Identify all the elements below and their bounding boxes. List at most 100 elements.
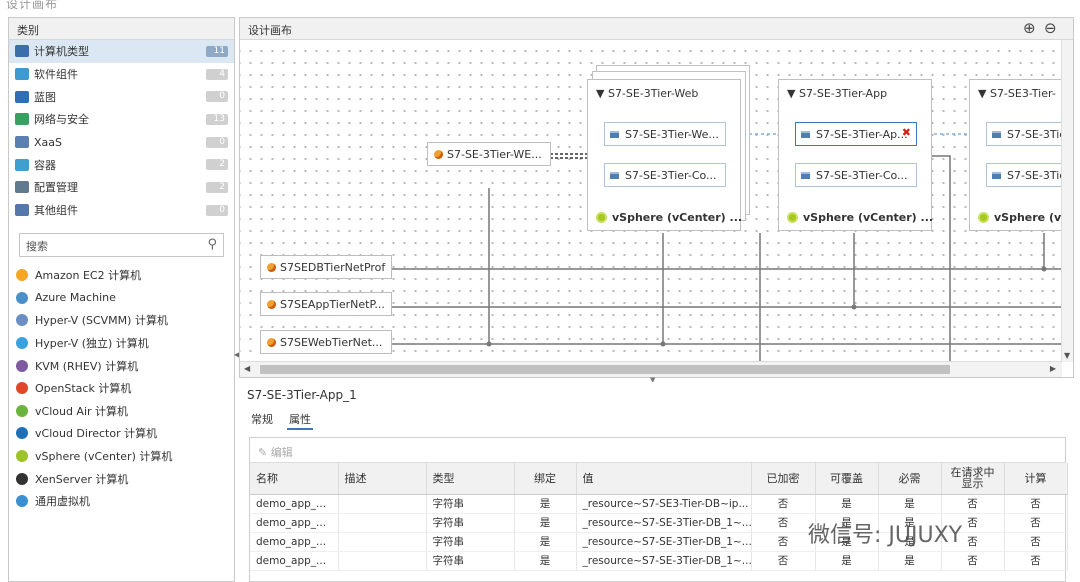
machine-type-item[interactable]: Hyper-V (独立) 计算机 <box>9 332 234 355</box>
table-cell: demo_app_... <box>250 532 339 552</box>
column-header[interactable]: 必需 <box>878 463 942 495</box>
column-header[interactable]: 名称 <box>250 463 339 495</box>
vm-icon <box>801 130 810 138</box>
vertical-scrollbar[interactable]: ▼ <box>1061 40 1073 362</box>
web-group-title[interactable]: ▼ S7-SE-3Tier-Web <box>596 87 698 100</box>
blueprint-icon <box>15 90 29 103</box>
canvas-header: 设计画布 ⊕ ⊖ <box>240 18 1073 40</box>
web-network-node[interactable]: S7-SE-3Tier-WE... <box>427 142 551 166</box>
scroll-down-icon[interactable]: ▼ <box>1064 351 1070 360</box>
column-header[interactable]: 类型 <box>426 463 515 495</box>
machine-type-item[interactable]: KVM (RHEV) 计算机 <box>9 354 234 377</box>
vsphere-icon <box>596 212 607 223</box>
scroll-right-icon[interactable]: ▶ <box>1050 364 1056 373</box>
container-icon <box>15 158 29 171</box>
machine-type-label: Amazon EC2 计算机 <box>35 269 142 283</box>
category-item[interactable]: 计算机类型 11 <box>9 40 234 63</box>
machine-type-item[interactable]: Azure Machine <box>9 287 234 310</box>
category-item[interactable]: 软件组件 4 <box>9 63 234 86</box>
machine-type-item[interactable]: vCloud Air 计算机 <box>9 400 234 423</box>
column-header[interactable]: 计算 <box>1004 463 1068 495</box>
web-network-label: S7-SE-3Tier-WE... <box>447 147 542 161</box>
db-group[interactable]: ▼ S7-SE3-Tier- S7-SE-3Tie S7-SE-3Tie vSp… <box>969 79 1063 231</box>
app-group-footer: vSphere (vCenter) ... <box>787 211 933 224</box>
machine-type-item[interactable]: vCloud Director 计算机 <box>9 422 234 445</box>
canvas-title: 设计画布 <box>248 24 292 37</box>
web-vm-node[interactable]: S7-SE-3Tier-We... <box>604 122 726 146</box>
zoom-out-icon[interactable]: ⊖ <box>1044 19 1057 37</box>
category-count-badge: 0 <box>206 204 228 216</box>
category-item[interactable]: 配置管理 2 <box>9 176 234 199</box>
machine-type-item[interactable]: XenServer 计算机 <box>9 467 234 490</box>
category-item[interactable]: 网络与安全 13 <box>9 108 234 131</box>
web-group[interactable]: ▼ S7-SE-3Tier-Web S7-SE-3Tier-We... S7-S… <box>587 79 742 231</box>
tab-properties[interactable]: 属性 <box>287 411 313 430</box>
table-row[interactable]: demo_app_... 字符串是 _resource~S7-SE-3Tier-DB… <box>250 551 1068 571</box>
search-icon[interactable]: ⚲ <box>207 237 217 252</box>
category-count-badge: 4 <box>206 68 228 80</box>
app-group[interactable]: ▼ S7-SE-3Tier-App S7-SE-3Tier-Ap... ✖ S7-… <box>778 79 933 231</box>
web-component-label: S7-SE-3Tier-Co... <box>625 168 717 182</box>
machine-type-label: XenServer 计算机 <box>35 472 129 486</box>
column-header[interactable]: 绑定 <box>514 463 577 495</box>
web-footer-label: vSphere (vCenter) ... <box>612 211 743 224</box>
machine-type-item[interactable]: 通用虚拟机 <box>9 490 234 513</box>
remove-icon[interactable]: ✖ <box>902 126 911 139</box>
app-vm-node[interactable]: S7-SE-3Tier-Ap... ✖ <box>795 122 917 146</box>
vm-icon <box>992 171 1001 179</box>
app-net-profile-node[interactable]: S7SEAppTierNetP... <box>260 292 392 316</box>
search-input[interactable]: 搜索 ⚲ <box>19 233 224 257</box>
table-cell: 字符串 <box>426 551 515 571</box>
table-cell: 是 <box>815 494 879 514</box>
db-net-profile-node[interactable]: S7SEDBTierNetProf <box>260 255 392 279</box>
machine-type-item[interactable]: OpenStack 计算机 <box>9 377 234 400</box>
vm-icon <box>610 130 619 138</box>
machine-type-icon <box>16 269 28 282</box>
category-count-badge: 11 <box>206 45 228 57</box>
column-header[interactable]: 描述 <box>338 463 427 495</box>
app-component-node[interactable]: S7-SE-3Tier-Co... <box>795 163 917 187</box>
table-cell: 否 <box>941 551 1005 571</box>
table-cell: 否 <box>751 551 816 571</box>
machine-type-item[interactable]: Hyper-V (SCVMM) 计算机 <box>9 309 234 332</box>
category-count-badge: 2 <box>206 181 228 193</box>
table-cell: 否 <box>751 532 816 552</box>
db-group-title[interactable]: ▼ S7-SE3-Tier- <box>978 87 1056 100</box>
zoom-in-icon[interactable]: ⊕ <box>1023 19 1036 37</box>
horizontal-scrollbar[interactable]: ◀ ▶ <box>240 361 1062 377</box>
machine-type-label: Azure Machine <box>35 291 116 305</box>
machine-type-item[interactable]: vSphere (vCenter) 计算机 <box>9 445 234 468</box>
web-net-profile-node[interactable]: S7SEWebTierNet... <box>260 330 392 354</box>
machine-type-icon <box>16 472 28 485</box>
machine-type-item[interactable]: Amazon EC2 计算机 <box>9 264 234 287</box>
app-footer-label: vSphere (vCenter) ... <box>803 211 934 224</box>
scrollbar-thumb[interactable] <box>260 365 950 374</box>
category-list: 计算机类型 11 软件组件 4 蓝图 0 网络与安全 13 XaaS 0 容器 2 配置管理 2 其他组件 0 <box>9 40 234 222</box>
db-vm-node[interactable]: S7-SE-3Tie <box>986 122 1063 146</box>
app-group-title[interactable]: ▼ S7-SE-3Tier-App <box>787 87 887 100</box>
table-cell: demo_app_... <box>250 494 339 514</box>
tab-general[interactable]: 常规 <box>249 411 275 430</box>
edit-button[interactable]: ✎ 编辑 <box>250 438 1065 463</box>
scroll-left-icon[interactable]: ◀ <box>244 364 250 373</box>
app-net-profile-label: S7SEAppTierNetP... <box>280 297 385 311</box>
table-cell <box>338 513 427 533</box>
table-row[interactable]: demo_app_... 字符串是 _resource~S7-SE3-Tier-DB… <box>250 494 1068 514</box>
category-item[interactable]: 容器 2 <box>9 153 234 176</box>
network-icon <box>267 262 276 272</box>
category-item[interactable]: 蓝图 0 <box>9 85 234 108</box>
web-component-node[interactable]: S7-SE-3Tier-Co... <box>604 163 726 187</box>
details-tabs: 常规 属性 <box>249 411 313 430</box>
category-item[interactable]: 其他组件 0 <box>9 199 234 222</box>
column-header[interactable]: 在请求中显示 <box>941 463 1005 495</box>
column-header[interactable]: 已加密 <box>751 463 816 495</box>
web-group-footer: vSphere (vCenter) ... <box>596 211 742 224</box>
category-item[interactable]: XaaS 0 <box>9 131 234 154</box>
db-component-label: S7-SE-3Tie <box>1007 168 1063 182</box>
table-cell: 是 <box>878 494 942 514</box>
vm-icon <box>610 171 619 179</box>
column-header[interactable]: 值 <box>576 463 752 495</box>
column-header[interactable]: 可覆盖 <box>815 463 879 495</box>
db-component-node[interactable]: S7-SE-3Tie <box>986 163 1063 187</box>
machine-type-icon <box>16 337 28 350</box>
